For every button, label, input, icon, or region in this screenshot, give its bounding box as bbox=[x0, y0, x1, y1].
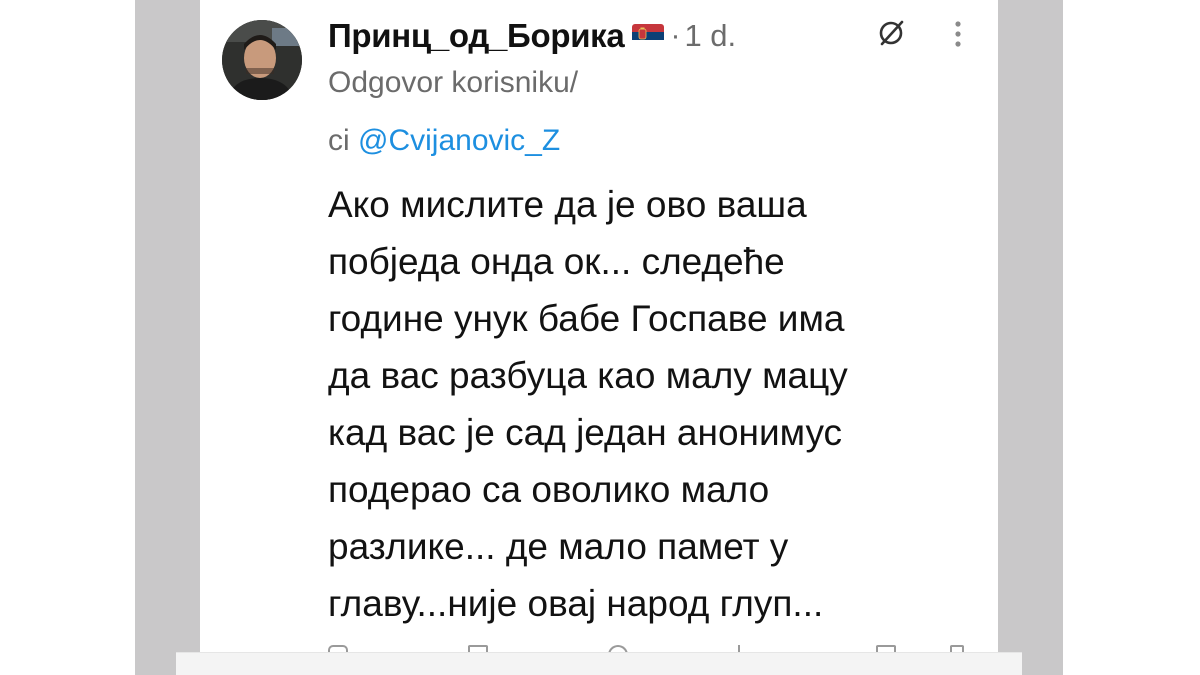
separator-dot: · bbox=[670, 19, 681, 52]
bottom-overlay-bar bbox=[176, 652, 1022, 675]
right-gray-border bbox=[998, 0, 1063, 675]
user-avatar[interactable] bbox=[222, 20, 302, 100]
grok-icon[interactable] bbox=[876, 18, 906, 48]
serbia-flag-icon bbox=[632, 24, 665, 48]
mention-link[interactable]: @Cvijanovic_Z bbox=[358, 124, 560, 157]
tweet-text-line: главу...није овај народ глуп... bbox=[328, 583, 824, 624]
tweet-card[interactable]: Принц_од_Борика · 1 d. Odgovor korisniku… bbox=[200, 0, 998, 675]
more-options-icon[interactable] bbox=[952, 18, 964, 50]
tweet-text-line: подерао са оволико мало bbox=[328, 469, 770, 510]
reply-context-line-1: Odgovor korisniku/ bbox=[328, 66, 579, 99]
tweet-text-line: године унук бабе Госпаве има bbox=[328, 298, 845, 339]
reply-context-line-2: ci @Cvijanovic_Z bbox=[328, 124, 560, 158]
tweet-text-line: Ако мислите да је ово ваша bbox=[328, 184, 807, 225]
timestamp[interactable]: 1 d. bbox=[684, 18, 736, 54]
tweet-text-line: разлике... де мало памет у bbox=[328, 526, 789, 567]
display-name[interactable]: Принц_од_Борика bbox=[328, 17, 625, 55]
tweet-text-line: кад вас је сад један анонимус bbox=[328, 412, 843, 453]
tweet-header: Принц_од_Борика · 1 d. bbox=[328, 14, 736, 58]
tweet-text-line: да вас разбуца као малу мацу bbox=[328, 355, 848, 396]
tweet-text: Ако мислите да је ово ваша побједа онда … bbox=[328, 176, 988, 632]
reply-context-prefix: ci bbox=[328, 124, 358, 157]
left-gray-border bbox=[135, 0, 200, 675]
screenshot-stage: Принц_од_Борика · 1 d. Odgovor korisniku… bbox=[0, 0, 1200, 675]
tweet-text-line: побједа онда ок... следеће bbox=[328, 241, 785, 282]
avatar-image bbox=[222, 20, 302, 100]
